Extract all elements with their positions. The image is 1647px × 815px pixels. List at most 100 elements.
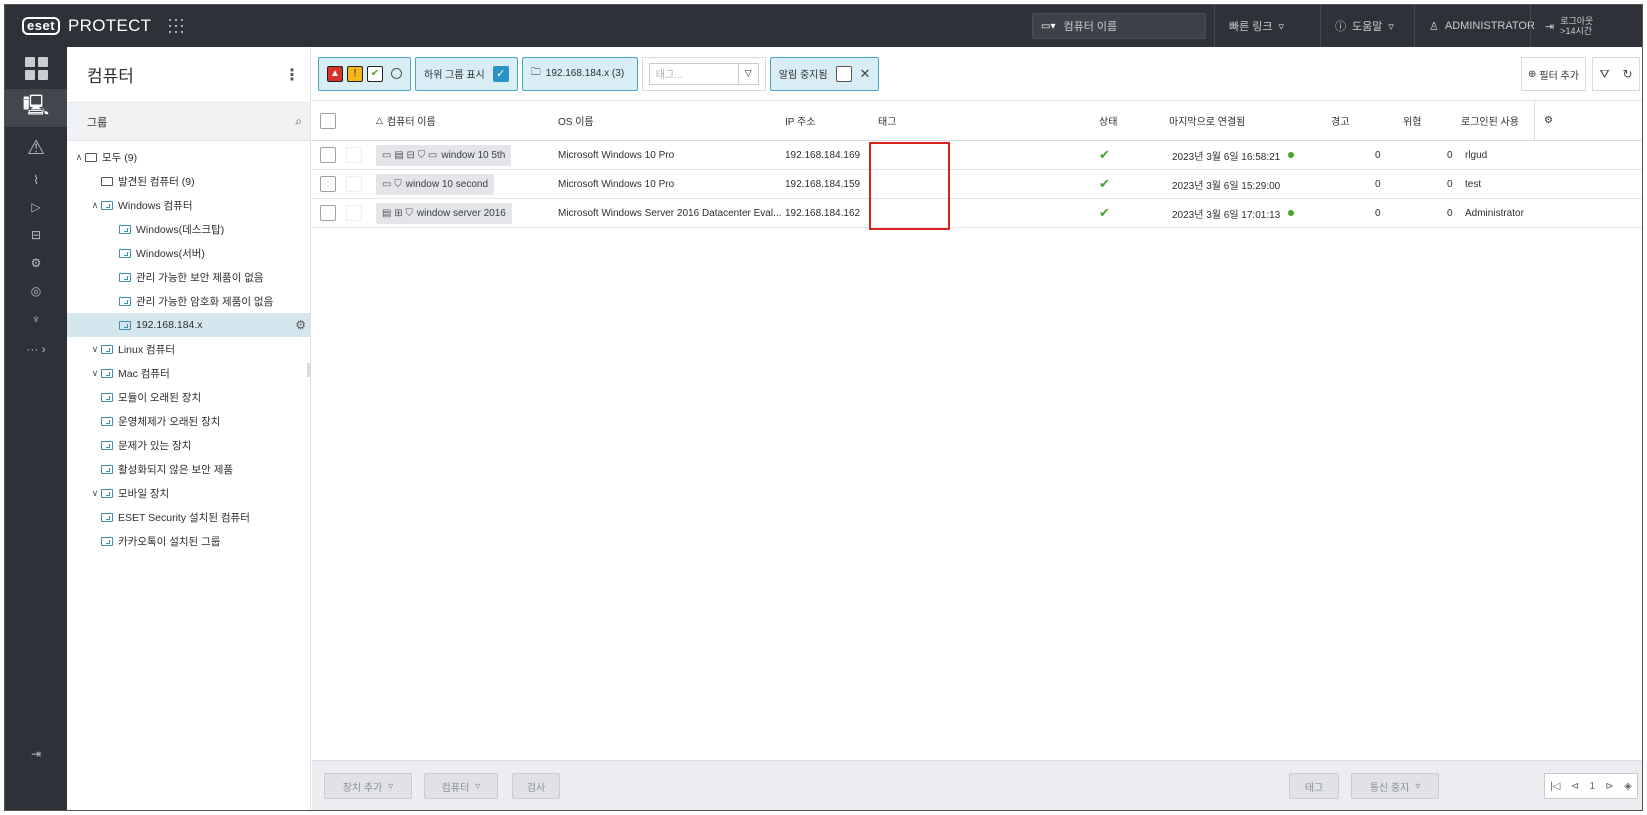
unknown-filter-icon[interactable] (391, 68, 402, 79)
last-connected: 2023년 3월 6일 17:01:13 (1172, 209, 1281, 221)
tag-filter-input[interactable]: 태그... (648, 62, 739, 85)
dropdown-arrow-icon[interactable]: ▽ (738, 62, 759, 85)
panel-resize-handle[interactable] (307, 363, 311, 377)
tree-node[interactable]: 문제가 있는 장치 (67, 433, 310, 457)
add-device-label: 장치 추가 (342, 782, 383, 794)
prev-page-icon[interactable]: ⊲ (1571, 781, 1579, 792)
col-threats[interactable]: 위협 (1403, 101, 1421, 140)
add-device-button[interactable]: 장치 추가 ▿ (324, 773, 412, 799)
policies-nav[interactable]: ⚙ (5, 249, 67, 277)
main-content: ▲ ! ✔ 하위 그룹 표시 ✓ 🗀 192.168.184.x (3) 태그.… (312, 47, 1642, 810)
logout-button[interactable]: ⇥ 로그아웃 >14시간 (1530, 5, 1642, 47)
computers-nav[interactable]: 🖳 (5, 89, 67, 127)
col-warnings[interactable]: 경고 (1331, 101, 1349, 140)
dashboard-nav[interactable] (5, 47, 67, 89)
row-checkbox[interactable] (320, 176, 336, 192)
computer-dropdown-icon[interactable]: ▭▾ (1041, 21, 1055, 32)
computer-name-chip[interactable]: ▤ ⊞ ⛉ window server 2016 (376, 202, 512, 224)
computer-actions-button[interactable]: 컴퓨터 ▿ (424, 773, 498, 799)
col-logged-user[interactable]: 로그인된 사용 (1461, 101, 1531, 140)
status-filter-chip[interactable]: ▲ ! ✔ (318, 56, 411, 91)
more-nav[interactable]: ··· › (5, 335, 67, 363)
chevron-down-icon[interactable]: ∨ (89, 344, 101, 355)
tree-node[interactable]: ∧ Windows 컴퓨터 (67, 193, 310, 217)
close-icon[interactable]: ✕ (860, 66, 871, 82)
gear-icon[interactable]: ⚙ (295, 318, 306, 332)
computer-name-chip[interactable]: ▭ ▤ ⊟ ⛉ ▭ window 10 5th (376, 144, 512, 166)
computer-search-input[interactable]: ▭▾ 컴퓨터 이름 (1032, 13, 1206, 39)
tree-node[interactable]: ∧ 모두 (9) (67, 145, 310, 169)
warning-filter-icon[interactable]: ! (347, 65, 363, 82)
col-ip[interactable]: IP 주소 (785, 101, 815, 140)
status-ok-icon: ✔ (1099, 176, 1110, 191)
tree-node[interactable]: 발견된 컴퓨터 (9) (67, 169, 310, 193)
add-filter-button[interactable]: ⊕ 필터 추가 (1521, 57, 1586, 91)
column-settings-icon[interactable]: ⚙ (1534, 101, 1562, 140)
col-os-name[interactable]: OS 이름 (558, 101, 594, 140)
tree-node[interactable]: ∨ Linux 컴퓨터 (67, 337, 310, 361)
tree-node[interactable]: 운영체제가 오래된 장치 (67, 409, 310, 433)
installers-nav[interactable]: ⊟ (5, 221, 67, 249)
layers-icon[interactable]: ◈ (1624, 781, 1632, 792)
col-computer-name[interactable]: △ 컴퓨터 이름 (376, 101, 436, 140)
row-checkbox[interactable] (320, 147, 336, 163)
user-name: ADMINISTRATOR (1444, 20, 1535, 32)
tree-node[interactable]: ESET Security 설치된 컴퓨터 (67, 505, 310, 529)
tree-node[interactable]: 활성화되지 않은 보안 제품 (67, 457, 310, 481)
tree-node[interactable]: 192.168.184.x ⚙ (67, 313, 310, 337)
col-tags[interactable]: 태그 (878, 101, 896, 140)
chevron-down-icon[interactable]: ∨ (89, 488, 101, 499)
chevron-up-icon[interactable]: ∧ (89, 200, 101, 211)
ok-filter-icon[interactable]: ✔ (367, 65, 383, 82)
tree-node[interactable]: ∨ Mac 컴퓨터 (67, 361, 310, 385)
reports-nav[interactable]: ⌇ (5, 167, 67, 193)
col-name-label: 컴퓨터 이름 (386, 117, 436, 128)
show-subgroups-filter[interactable]: 하위 그룹 표시 ✓ (415, 56, 518, 91)
kebab-menu-icon[interactable]: ⋮ (284, 65, 300, 85)
help-menu[interactable]: ⓘ 도움말 ▿ (1320, 5, 1414, 47)
chevron-down-icon[interactable]: ∨ (89, 368, 101, 379)
select-all-checkbox[interactable] (320, 112, 336, 129)
quick-links-menu[interactable]: 빠른 링크 ▿ (1214, 5, 1320, 47)
checkbox-checked-icon[interactable]: ✓ (492, 65, 509, 82)
table-row[interactable]: ▭ ⛉ window 10 second Microsoft Windows 10 … (312, 170, 1642, 199)
collapse-nav[interactable]: ⇥ (5, 739, 67, 769)
table-header: △ 컴퓨터 이름 OS 이름 IP 주소 태그 상태 마지막으로 연결됨 경고 위… (312, 101, 1642, 141)
row-checkbox[interactable] (320, 205, 336, 221)
muted-filter-chip[interactable]: 알림 중지됨 ✕ (769, 56, 880, 91)
highlight-box (869, 142, 950, 230)
chevron-up-icon[interactable]: ∧ (73, 152, 85, 163)
table-row[interactable]: ▤ ⊞ ⛉ window server 2016 Microsoft Windows… (312, 199, 1642, 228)
tree-node[interactable]: Windows(데스크탑) (67, 217, 310, 241)
computer-name-chip[interactable]: ▭ ⛉ window 10 second (376, 173, 495, 195)
filter-icon[interactable]: ⛛ (1599, 67, 1609, 82)
tree-node[interactable]: 관리 가능한 보안 제품이 없음 (67, 265, 310, 289)
muted-checkbox[interactable] (835, 65, 852, 82)
tasks-nav[interactable]: ▷ (5, 193, 67, 221)
status-nav[interactable]: ♆ (5, 305, 67, 333)
scan-button[interactable]: 검사 (512, 773, 560, 799)
search-icon[interactable]: ⌕ (295, 114, 302, 129)
first-page-icon[interactable]: |◁ (1550, 781, 1560, 792)
next-page-icon[interactable]: ⊳ (1605, 781, 1613, 792)
tag-button[interactable]: 태그 (1289, 773, 1339, 799)
tree-node[interactable]: 모듈이 오래된 장치 (67, 385, 310, 409)
error-filter-icon[interactable]: ▲ (327, 65, 343, 82)
group-filter-chip[interactable]: 🗀 192.168.184.x (3) (521, 56, 638, 91)
apps-grid-icon[interactable] (169, 19, 184, 33)
mute-button[interactable]: 통신 중지 ▿ (1351, 773, 1439, 799)
tag-filter-select[interactable]: 태그... ▽ (641, 56, 766, 91)
chevron-down-icon: ▿ (1415, 780, 1421, 792)
user-menu[interactable]: ♙ ADMINISTRATOR (1414, 5, 1535, 47)
tree-node[interactable]: ∨ 모바일 장치 (67, 481, 310, 505)
refresh-icon[interactable]: ↻ (1622, 67, 1632, 81)
col-last-connected[interactable]: 마지막으로 연결됨 (1169, 101, 1245, 140)
tree-node[interactable]: 카카오톡이 설치된 그룹 (67, 529, 310, 553)
table-row[interactable]: ▭ ▤ ⊟ ⛉ ▭ window 10 5th Microsoft Windows … (312, 141, 1642, 170)
col-status[interactable]: 상태 (1099, 101, 1117, 140)
notifications-nav[interactable]: ◎ (5, 277, 67, 305)
session-time: >14시간 (1560, 26, 1593, 36)
detections-nav[interactable]: ⚠ (5, 127, 67, 167)
tree-node[interactable]: 관리 가능한 암호화 제품이 없음 (67, 289, 310, 313)
tree-node[interactable]: Windows(서버) (67, 241, 310, 265)
